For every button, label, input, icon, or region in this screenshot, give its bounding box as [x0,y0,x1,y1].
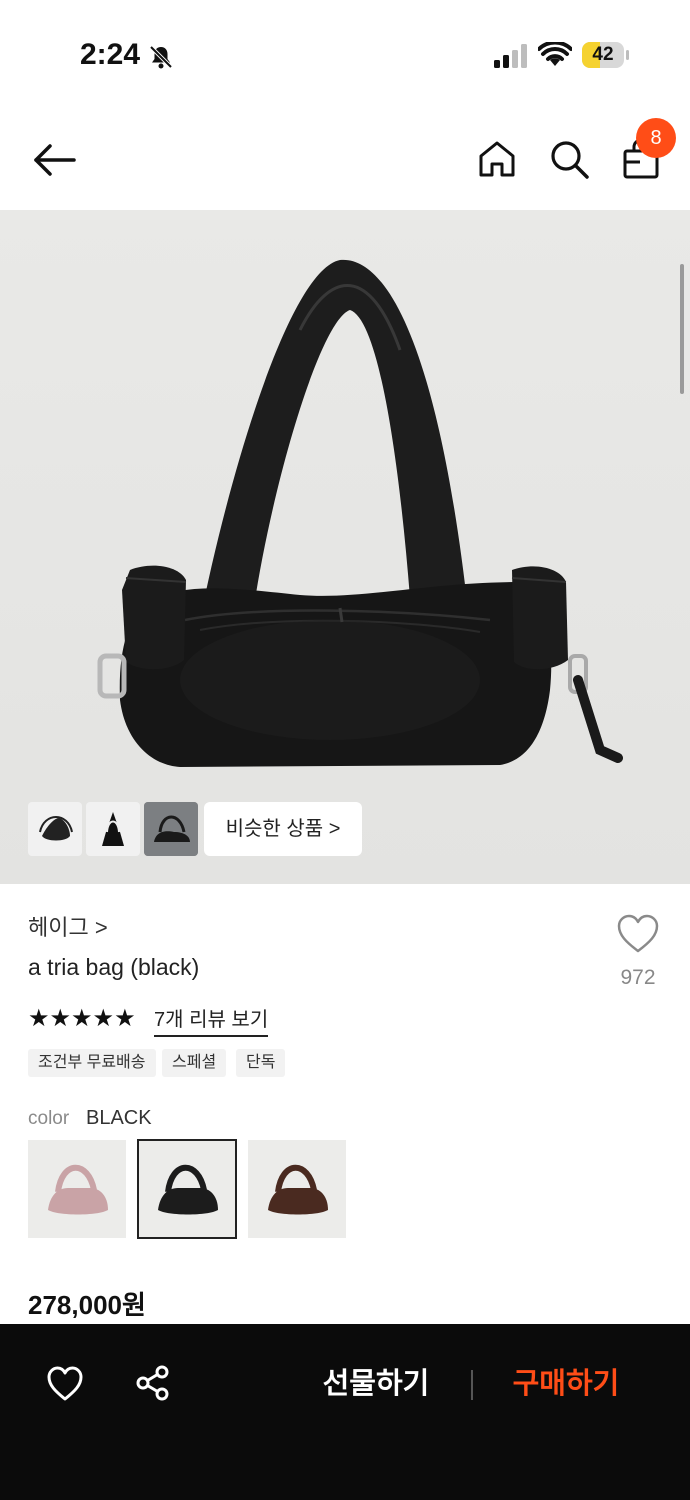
similar-products-button[interactable]: 비슷한 상품 > [204,802,362,856]
color-option-black[interactable] [137,1139,237,1239]
thumbnail-3[interactable] [144,802,198,856]
share-icon[interactable] [134,1364,172,1402]
app-header: 8 [0,110,690,210]
color-option-brown[interactable] [248,1140,346,1238]
home-icon[interactable] [476,138,518,180]
product-name: a tria bag (black) [28,954,200,980]
product-main-image[interactable] [0,210,690,884]
back-arrow-icon[interactable] [30,138,80,182]
bell-slash-icon [149,45,173,69]
color-label: color [28,1108,70,1129]
thumbnail-2[interactable] [86,802,140,856]
buy-button[interactable]: 구매하기 [506,1362,626,1406]
wish-count: 972 [620,966,656,989]
scroll-indicator[interactable] [680,264,684,394]
cellular-signal-icon [494,44,527,68]
color-option-pink[interactable] [28,1140,126,1238]
tag-exclusive: 단독 [236,1049,286,1077]
tag-special: 스페셜 [162,1049,227,1077]
battery-icon: 42 [582,42,630,68]
heart-outline-icon[interactable] [46,1366,84,1402]
status-bar: 2:24 42 [0,0,690,110]
cart-count-badge: 8 [636,118,676,158]
bottom-bar-divider [471,1370,473,1400]
wifi-icon [538,42,572,66]
color-value: BLACK [86,1107,152,1129]
review-link[interactable]: 7개 리뷰 보기 [154,1003,269,1037]
status-time: 2:24 [80,38,141,71]
rating-stars: ★★★★★ [28,1005,136,1032]
product-image-gallery[interactable]: 비슷한 상품 > [0,210,690,884]
thumbnail-1[interactable] [28,802,82,856]
tag-free-shipping: 조건부 무료배송 [28,1049,156,1077]
product-price: 278,000원 [28,1290,146,1320]
battery-body: 42 [582,42,624,68]
brand-link[interactable]: 헤이그 > [28,910,108,942]
heart-icon[interactable] [616,914,660,954]
gift-button[interactable]: 선물하기 [316,1362,436,1406]
bottom-action-bar: 선물하기 구매하기 [0,1324,690,1500]
battery-level: 42 [592,44,614,65]
search-icon[interactable] [548,138,590,180]
battery-cap [626,50,629,60]
